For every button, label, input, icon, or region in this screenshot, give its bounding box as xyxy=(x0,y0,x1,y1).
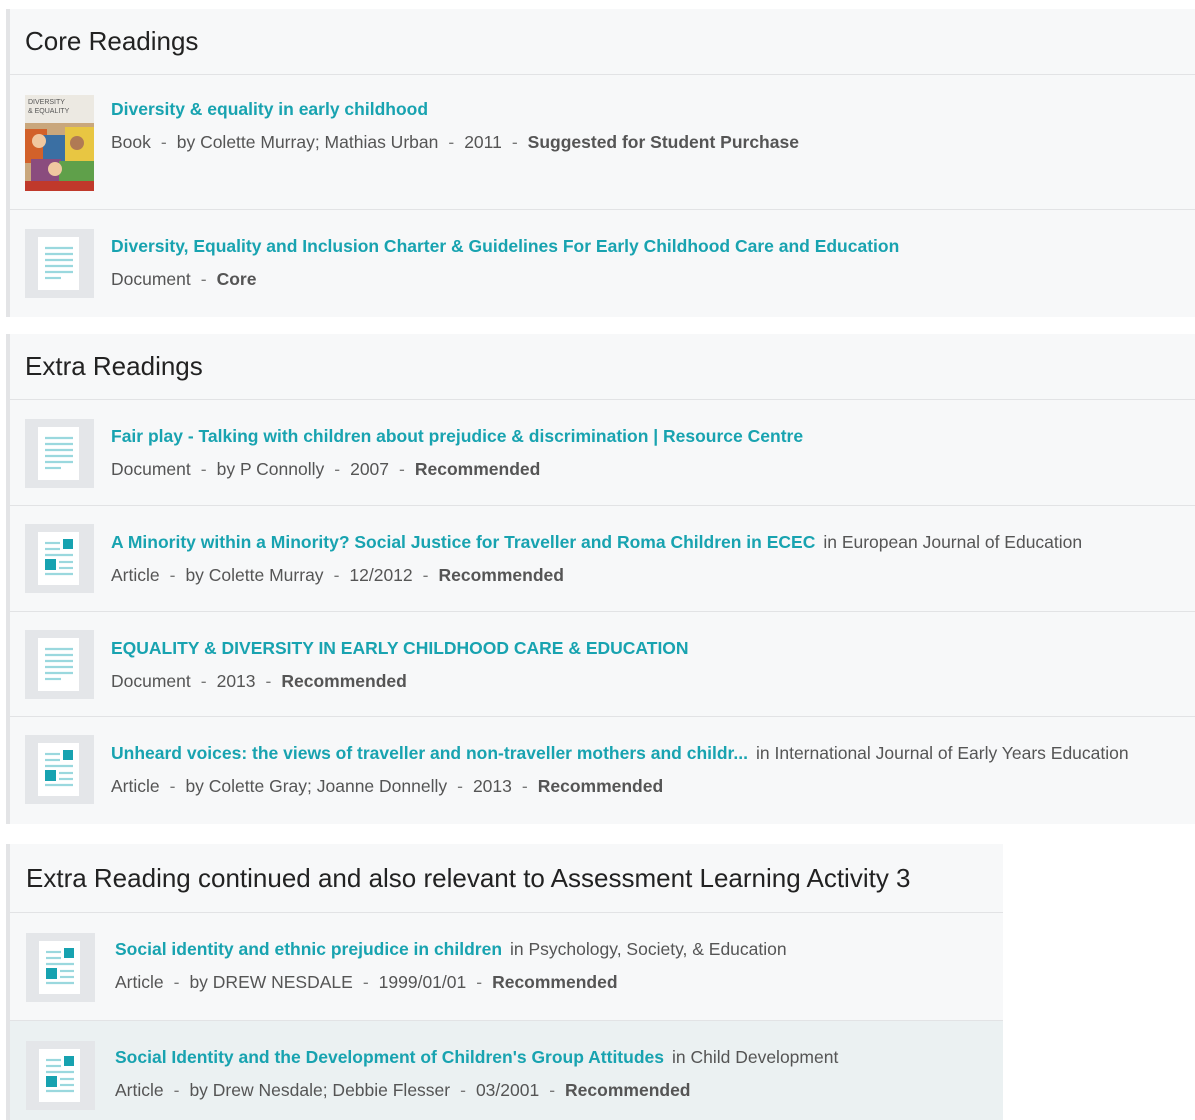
list-item[interactable]: Diversity, Equality and Inclusion Charte… xyxy=(10,210,1195,315)
item-date: 2013 xyxy=(472,776,512,796)
section-core-readings: Core Readings DIVERSITY & EQUALITY Diver… xyxy=(6,9,1195,317)
item-date: 1999/01/01 xyxy=(378,972,467,992)
article-icon xyxy=(25,524,94,593)
item-authors: by DREW NESDALE xyxy=(189,972,353,992)
list-item[interactable]: A Minority within a Minority? Social Jus… xyxy=(10,506,1195,612)
document-lines-icon xyxy=(25,630,94,699)
item-authors: by Colette Murray xyxy=(185,565,324,585)
status-label: Recommended xyxy=(438,565,564,585)
item-date: 2013 xyxy=(216,671,256,691)
journal-name: in Psychology, Society, & Education xyxy=(510,939,787,959)
reading-title-link[interactable]: A Minority within a Minority? Social Jus… xyxy=(111,532,815,552)
status-label: Recommended xyxy=(565,1080,691,1100)
item-date: 12/2012 xyxy=(349,565,413,585)
section-extra-readings: Extra Readings Fair play - Talking with … xyxy=(6,334,1195,824)
item-type: Book xyxy=(111,132,151,152)
item-type: Document xyxy=(111,269,191,289)
status-label: Recommended xyxy=(537,776,664,796)
journal-name: in European Journal of Education xyxy=(823,532,1083,552)
item-date: 2007 xyxy=(350,459,390,479)
article-icon xyxy=(26,933,95,1002)
article-icon xyxy=(26,1041,95,1110)
status-label: Recommended xyxy=(414,459,541,479)
reading-title-link[interactable]: Unheard voices: the views of traveller a… xyxy=(111,743,748,763)
section-heading: Core Readings xyxy=(10,9,1195,75)
status-label: Core xyxy=(216,269,257,289)
status-label: Recommended xyxy=(281,671,407,691)
item-authors: by P Connolly xyxy=(216,459,325,479)
status-label: Suggested for Student Purchase xyxy=(527,132,799,152)
section-heading: Extra Readings xyxy=(10,334,1195,400)
status-label: Recommended xyxy=(492,972,618,992)
item-date: 2011 xyxy=(464,132,502,152)
reading-title-link[interactable]: Diversity, Equality and Inclusion Charte… xyxy=(111,236,899,256)
list-item[interactable]: DIVERSITY & EQUALITY Diversity & equalit… xyxy=(10,75,1195,210)
list-item[interactable]: Fair play - Talking with children about … xyxy=(10,400,1195,506)
item-type: Document xyxy=(111,459,191,479)
journal-name: in Child Development xyxy=(671,1047,839,1067)
section-extra-reading-continued: Extra Reading continued and also relevan… xyxy=(6,844,1003,1120)
item-type: Article xyxy=(115,1080,164,1100)
cover-text-2: & EQUALITY xyxy=(28,108,70,115)
item-date: 03/2001 xyxy=(475,1080,540,1100)
item-type: Article xyxy=(111,565,160,585)
section-heading: Extra Reading continued and also relevan… xyxy=(10,844,1003,913)
document-lines-icon xyxy=(25,419,94,488)
reading-title-link[interactable]: Fair play - Talking with children about … xyxy=(111,426,803,446)
item-authors: by Colette Gray; Joanne Donnelly xyxy=(185,776,448,796)
list-item[interactable]: Unheard voices: the views of traveller a… xyxy=(10,717,1195,823)
list-item[interactable]: EQUALITY & DIVERSITY IN EARLY CHILDHOOD … xyxy=(10,612,1195,717)
book-cover-image[interactable]: DIVERSITY & EQUALITY xyxy=(25,95,94,191)
list-item[interactable]: Social Identity and the Development of C… xyxy=(10,1021,1003,1120)
reading-title-link[interactable]: EQUALITY & DIVERSITY IN EARLY CHILDHOOD … xyxy=(111,638,689,658)
document-lines-icon xyxy=(25,229,94,298)
cover-text-1: DIVERSITY xyxy=(28,99,65,106)
article-icon xyxy=(25,735,94,804)
item-type: Article xyxy=(115,972,164,992)
item-type: Document xyxy=(111,671,191,691)
reading-title-link[interactable]: Social identity and ethnic prejudice in … xyxy=(115,939,502,959)
item-authors: by Colette Murray; Mathias Urban xyxy=(176,132,439,152)
list-item[interactable]: Social identity and ethnic prejudice in … xyxy=(10,913,1003,1021)
item-authors: by Drew Nesdale; Debbie Flesser xyxy=(189,1080,451,1100)
reading-title-link[interactable]: Diversity & equality in early childhood xyxy=(111,99,428,119)
reading-title-link[interactable]: Social Identity and the Development of C… xyxy=(115,1047,664,1067)
journal-name: in International Journal of Early Years … xyxy=(756,743,1129,763)
item-type: Article xyxy=(111,776,160,796)
